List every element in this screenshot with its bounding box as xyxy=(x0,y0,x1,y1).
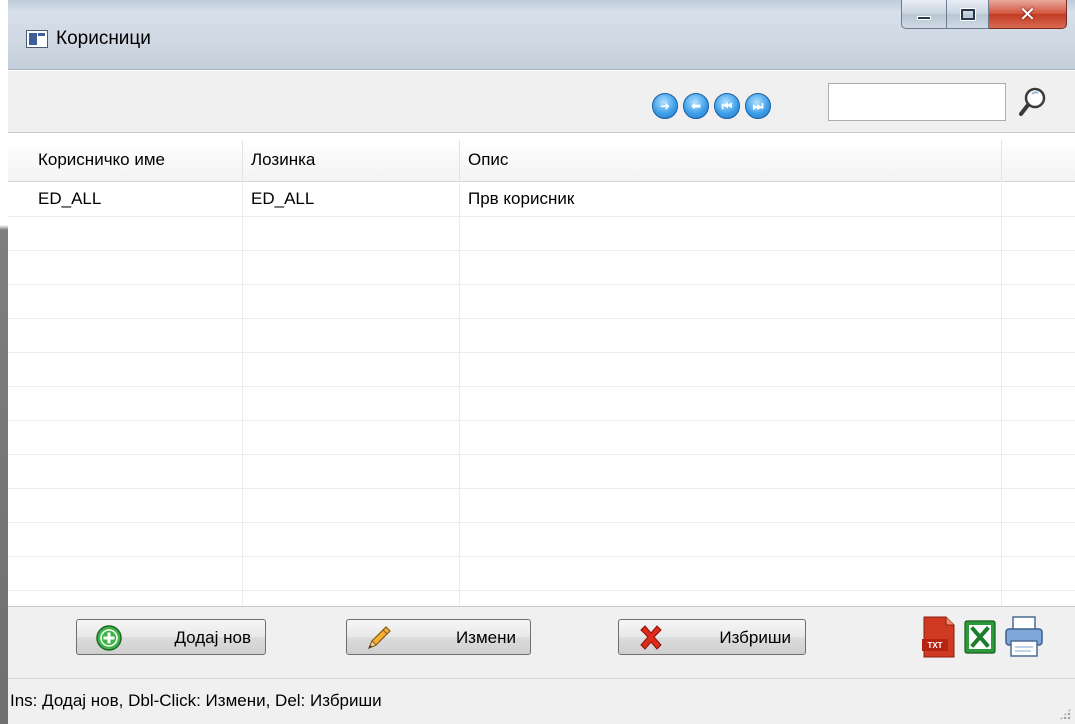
maximize-icon xyxy=(960,8,975,20)
empty-table-row[interactable] xyxy=(8,353,1075,387)
empty-cell xyxy=(243,591,460,606)
empty-cell xyxy=(460,353,1002,387)
empty-table-row[interactable] xyxy=(8,489,1075,523)
arrow-right-icon: ➜ xyxy=(659,99,671,113)
empty-cell xyxy=(460,489,1002,523)
add-new-button[interactable]: Додај нов xyxy=(76,619,266,655)
empty-table-row[interactable] xyxy=(8,251,1075,285)
table-row[interactable]: ED_ALL ED_ALL Прв корисник xyxy=(8,183,1075,217)
empty-table-row[interactable] xyxy=(8,591,1075,606)
resize-grip[interactable] xyxy=(1059,708,1071,720)
previous-record-button[interactable]: ⬅ xyxy=(683,93,709,119)
empty-table-row[interactable] xyxy=(8,217,1075,251)
empty-cell xyxy=(243,387,460,421)
empty-cell xyxy=(30,319,243,353)
first-record-button[interactable]: ⏮ xyxy=(714,93,740,119)
desktop-background-strip xyxy=(0,0,8,724)
delete-label: Избриши xyxy=(719,628,791,647)
column-header-username[interactable]: Корисничко име xyxy=(30,140,243,182)
status-bar: Ins: Додај нов, Dbl-Click: Измени, Del: … xyxy=(8,678,1075,724)
empty-cell xyxy=(460,387,1002,421)
maximize-button[interactable] xyxy=(947,0,989,29)
column-header-description[interactable]: Опис xyxy=(460,140,1002,182)
window-title: Корисници xyxy=(56,28,151,49)
arrow-left-icon: ⬅ xyxy=(690,99,702,113)
empty-cell xyxy=(243,251,460,285)
print-icon[interactable] xyxy=(1003,615,1045,659)
empty-table-row[interactable] xyxy=(8,421,1075,455)
column-header-password[interactable]: Лозинка xyxy=(243,140,460,182)
empty-cell xyxy=(460,455,1002,489)
first-icon: ⏮ xyxy=(721,99,733,113)
empty-cell xyxy=(243,421,460,455)
title-bar[interactable]: Корисници ✕ xyxy=(8,0,1075,70)
empty-cell xyxy=(30,421,243,455)
empty-cell xyxy=(243,353,460,387)
empty-cell xyxy=(460,557,1002,591)
cell-username: ED_ALL xyxy=(30,183,243,217)
app-window-icon xyxy=(26,30,48,48)
add-new-label: Додај нов xyxy=(174,628,251,647)
action-bar: Додај нов Измени Избриши TXT xyxy=(8,606,1075,678)
empty-cell xyxy=(460,591,1002,606)
empty-cell xyxy=(243,523,460,557)
empty-cell xyxy=(30,523,243,557)
empty-cell xyxy=(243,285,460,319)
empty-cell xyxy=(30,557,243,591)
minimize-icon xyxy=(917,16,931,20)
empty-cell xyxy=(30,455,243,489)
export-excel-icon[interactable] xyxy=(963,619,997,655)
last-icon: ⏭ xyxy=(752,99,764,113)
empty-cell xyxy=(30,217,243,251)
edit-label: Измени xyxy=(455,628,516,647)
export-txt-label: TXT xyxy=(927,641,942,650)
empty-cell xyxy=(460,319,1002,353)
empty-table-row[interactable] xyxy=(8,557,1075,591)
table-header: Корисничко име Лозинка Опис xyxy=(8,140,1075,182)
empty-cell xyxy=(30,489,243,523)
empty-table-row[interactable] xyxy=(8,387,1075,421)
empty-cell xyxy=(30,285,243,319)
close-button[interactable]: ✕ xyxy=(989,0,1067,29)
last-record-button[interactable]: ⏭ xyxy=(745,93,771,119)
cell-description: Прв корисник xyxy=(460,183,1002,217)
empty-cell xyxy=(243,455,460,489)
search-input[interactable] xyxy=(828,83,1006,121)
empty-table-row[interactable] xyxy=(8,319,1075,353)
users-table[interactable]: Корисничко име Лозинка Опис ED_ALL ED_AL… xyxy=(8,140,1075,606)
minimize-button[interactable] xyxy=(901,0,947,29)
empty-cell xyxy=(243,557,460,591)
search-icon[interactable] xyxy=(1018,85,1048,119)
empty-table-row[interactable] xyxy=(8,285,1075,319)
next-record-button[interactable]: ➜ xyxy=(652,93,678,119)
empty-cell xyxy=(30,353,243,387)
empty-cell xyxy=(460,523,1002,557)
empty-cell xyxy=(460,421,1002,455)
cell-password: ED_ALL xyxy=(243,183,460,217)
users-window: Корисници ✕ ➜ ⬅ ⏮ ⏭ Корисничко име Лозин… xyxy=(8,0,1075,724)
export-txt-icon[interactable]: TXT xyxy=(918,615,958,659)
toolbar: ➜ ⬅ ⏮ ⏭ xyxy=(8,71,1075,133)
close-icon: ✕ xyxy=(1019,2,1036,26)
status-text: Ins: Додај нов, Dbl-Click: Измени, Del: … xyxy=(10,691,382,710)
empty-table-row[interactable] xyxy=(8,523,1075,557)
delete-button[interactable]: Избриши xyxy=(618,619,806,655)
edit-button[interactable]: Измени xyxy=(346,619,531,655)
empty-cell xyxy=(460,251,1002,285)
empty-cell xyxy=(30,251,243,285)
empty-cell xyxy=(460,285,1002,319)
empty-cell xyxy=(460,217,1002,251)
empty-table-row[interactable] xyxy=(8,455,1075,489)
empty-cell xyxy=(243,489,460,523)
empty-cell xyxy=(243,319,460,353)
empty-cell xyxy=(30,591,243,606)
empty-cell xyxy=(243,217,460,251)
empty-cell xyxy=(30,387,243,421)
window-controls: ✕ xyxy=(901,0,1067,30)
